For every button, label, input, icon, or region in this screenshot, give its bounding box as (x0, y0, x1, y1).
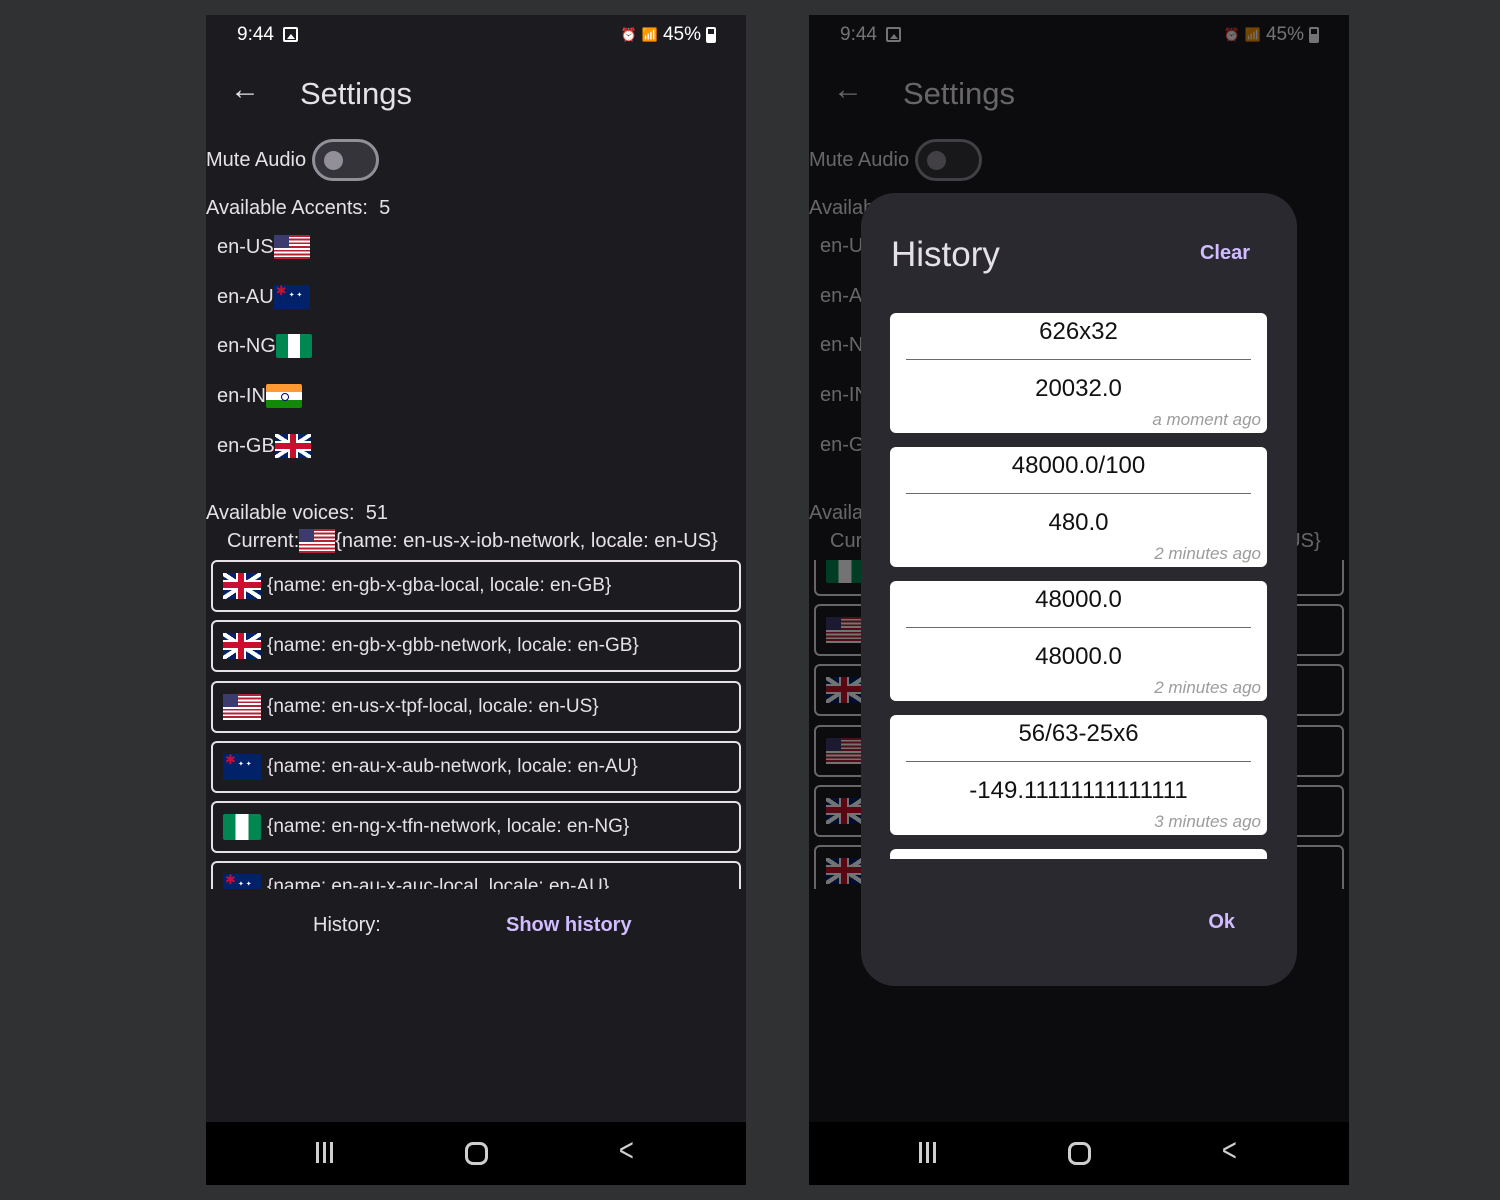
page-title: Settings (300, 76, 413, 111)
available-accents-label: Available Accents: (206, 197, 368, 219)
system-nav-bar: < (809, 1122, 1349, 1185)
history-timestamp: 2 minutes ago (1154, 544, 1261, 563)
current-voice-row: Current: {name: en-us-x-iob-network, loca… (227, 529, 718, 553)
voice-list-item[interactable]: {name: en-gb-x-gbb-network, locale: en-G… (211, 620, 741, 672)
history-result: 20032.0 (1035, 375, 1122, 402)
voice-name: {name: en-ng-x-tfn-network, locale: en-N… (267, 816, 630, 837)
voice-list-item[interactable]: {name: en-gb-x-gba-local, locale: en-GB} (211, 560, 741, 612)
accent-item-en-ng[interactable]: en-NG (217, 334, 312, 358)
history-timestamp: 3 minutes ago (1154, 812, 1261, 831)
divider (906, 493, 1251, 494)
us-flag-icon (223, 694, 261, 720)
battery-percent: 45% (662, 24, 701, 45)
battery-icon (706, 27, 716, 43)
status-time: 9:44 (237, 24, 274, 45)
history-expression: 48000.0/100 (1011, 452, 1146, 479)
available-accents-header: Available Accents: 5 (206, 197, 390, 220)
accent-code: en-US (217, 235, 274, 258)
history-expression: 626x32 (1039, 318, 1118, 345)
history-row: History: Show history (206, 911, 746, 941)
toggle-knob (324, 151, 344, 170)
status-bar: 9:44 ⏰ 📶 45% (206, 15, 746, 55)
divider (906, 761, 1251, 762)
recent-apps-icon[interactable] (919, 1142, 936, 1163)
back-arrow-icon[interactable]: ← (230, 73, 260, 107)
mute-audio-label: Mute Audio (206, 148, 307, 171)
au-flag-icon (223, 874, 261, 889)
app-bar: ← Settings (206, 55, 746, 130)
history-dialog: History Clear 626x32 20032.0 a moment ag… (861, 193, 1297, 986)
gallery-icon (283, 27, 298, 42)
accent-item-en-us[interactable]: en-US (217, 235, 310, 259)
show-history-button[interactable]: Show history (506, 914, 632, 937)
accent-item-en-gb[interactable]: en-GB (217, 434, 311, 458)
accent-code: en-GB (217, 434, 275, 457)
current-voice-label: Current: (227, 529, 300, 552)
current-voice-value: {name: en-us-x-iob-network, locale: en-U… (335, 529, 718, 552)
history-entry[interactable]: 48000.0/100 480.0 2 minutes ago (890, 447, 1267, 567)
au-flag-icon (223, 754, 261, 780)
divider (906, 359, 1251, 360)
alarm-icon: ⏰ (620, 27, 637, 42)
history-timestamp: a moment ago (1152, 410, 1261, 429)
history-result: -149.11111111111111 (969, 777, 1188, 804)
home-icon[interactable] (465, 1142, 488, 1165)
phone-screen-settings: 9:44 ⏰ 📶 45% ← Settings Mute Audio Avail… (206, 15, 746, 1185)
accent-code: en-IN (217, 384, 266, 407)
clear-history-button[interactable]: Clear (1200, 242, 1250, 265)
history-entry[interactable] (890, 849, 1267, 859)
divider (906, 627, 1251, 628)
gb-flag-icon (223, 573, 261, 599)
mute-audio-row: Mute Audio (206, 139, 380, 181)
history-entry[interactable]: 48000.0 48000.0 2 minutes ago (890, 581, 1267, 701)
dialog-title: History (891, 235, 1000, 274)
gb-flag-icon (274, 434, 311, 458)
wifi-icon: 📶 (641, 27, 658, 42)
ng-flag-icon (275, 334, 312, 358)
voice-list-item[interactable]: {name: en-au-x-aub-network, locale: en-A… (211, 741, 741, 793)
available-voices-count: 51 (365, 502, 388, 524)
voice-name: {name: en-gb-x-gba-local, locale: en-GB} (267, 575, 612, 596)
us-flag-icon (273, 235, 310, 259)
system-nav-bar: < (206, 1122, 746, 1185)
history-entry[interactable]: 626x32 20032.0 a moment ago (890, 313, 1267, 433)
nav-back-icon[interactable]: < (1222, 1132, 1237, 1169)
gb-flag-icon (223, 633, 261, 659)
home-icon[interactable] (1068, 1142, 1091, 1165)
mute-audio-toggle[interactable] (312, 139, 380, 181)
ng-flag-icon (223, 814, 261, 840)
us-flag-icon (299, 529, 336, 553)
available-accents-count: 5 (379, 197, 391, 219)
accent-item-en-au[interactable]: en-AU (217, 285, 310, 309)
phone-screen-history-dialog: 9:44 ⏰ 📶 45% ← Settings Mute Audio Avail… (809, 15, 1349, 1185)
ok-button[interactable]: Ok (1208, 911, 1235, 934)
history-expression: 56/63-25x6 (1018, 720, 1139, 747)
voice-name: {name: en-au-x-aub-network, locale: en-A… (267, 756, 638, 777)
accent-code: en-AU (217, 285, 274, 308)
au-flag-icon (273, 285, 310, 309)
in-flag-icon (265, 384, 302, 408)
voice-name: {name: en-us-x-tpf-local, locale: en-US} (267, 696, 599, 717)
history-expression: 48000.0 (1035, 586, 1122, 613)
available-voices-header: Available voices: 51 (206, 502, 388, 525)
accent-code: en-NG (217, 334, 276, 357)
history-list[interactable]: 626x32 20032.0 a moment ago 48000.0/100 … (890, 313, 1268, 859)
accent-item-en-in[interactable]: en-IN (217, 384, 302, 408)
available-voices-label: Available voices: (206, 502, 355, 524)
nav-back-icon[interactable]: < (619, 1132, 634, 1169)
recent-apps-icon[interactable] (316, 1142, 333, 1163)
history-timestamp: 2 minutes ago (1154, 678, 1261, 697)
history-result: 48000.0 (1035, 643, 1122, 670)
history-label: History: (313, 914, 381, 936)
voice-list-item[interactable]: {name: en-us-x-tpf-local, locale: en-US} (211, 681, 741, 733)
voices-list[interactable]: {name: en-gb-x-gba-local, locale: en-GB}… (211, 560, 741, 889)
voice-list-item[interactable]: {name: en-ng-x-tfn-network, locale: en-N… (211, 801, 741, 853)
history-result: 480.0 (1048, 509, 1109, 536)
history-entry[interactable]: 56/63-25x6 -149.11111111111111 3 minutes… (890, 715, 1267, 835)
voice-list-item[interactable]: {name: en-au-x-auc-local, locale: en-AU} (211, 861, 741, 889)
voice-name: {name: en-au-x-auc-local, locale: en-AU} (267, 876, 610, 889)
voice-name: {name: en-gb-x-gbb-network, locale: en-G… (267, 635, 639, 656)
